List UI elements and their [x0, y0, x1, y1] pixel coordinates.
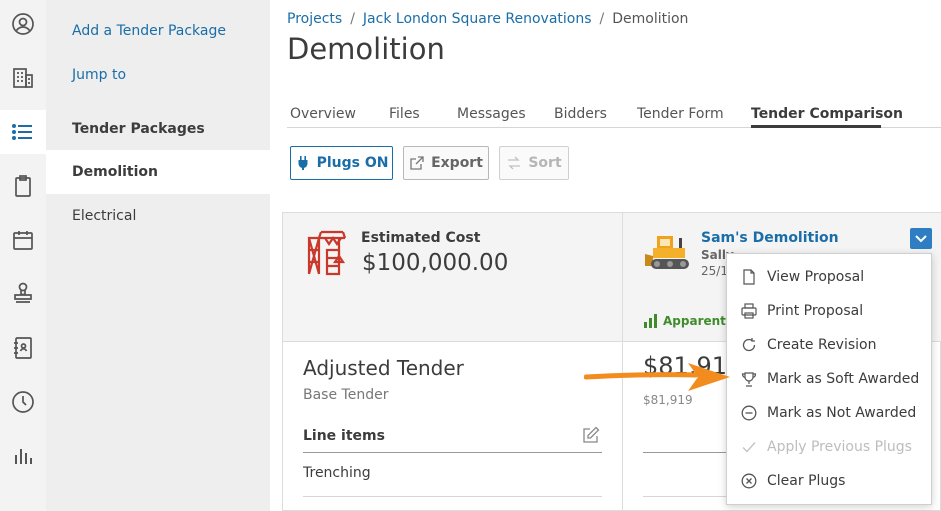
bidder-actions-menu: View Proposal Print Proposal Create Revi…: [726, 253, 932, 505]
menu-item-clear-plugs[interactable]: Clear Plugs: [727, 464, 931, 498]
document-icon: [743, 269, 755, 285]
chevron-down-icon: [915, 234, 927, 242]
clock-icon[interactable]: [0, 382, 46, 422]
breadcrumb: Projects / Jack London Square Renovations /…: [287, 11, 688, 27]
breadcrumb-separator: /: [350, 11, 355, 27]
bidder-date: 25/1: [701, 264, 728, 278]
page-title: Demolition: [287, 32, 445, 66]
export-icon: [410, 156, 424, 170]
tab-files[interactable]: Files: [389, 106, 420, 122]
line-item-divider: [303, 496, 602, 497]
sort-icon: [508, 156, 521, 170]
estimated-cost-value: $100,000.00: [362, 250, 509, 276]
stamp-icon[interactable]: [0, 273, 46, 313]
annotation-arrow: [584, 363, 730, 391]
crane-icon: [307, 230, 347, 276]
tender-packages-nav: Add a Tender Package Jump to Tender Pack…: [46, 0, 270, 511]
refresh-icon: [742, 338, 756, 352]
tab-tender-form[interactable]: Tender Form: [637, 106, 724, 122]
menu-item-mark-soft-awarded[interactable]: Mark as Soft Awarded: [727, 362, 931, 396]
menu-item-create-revision[interactable]: Create Revision: [727, 328, 931, 362]
menu-item-print-proposal[interactable]: Print Proposal: [727, 294, 931, 328]
bidder-menu-toggle[interactable]: [910, 228, 932, 249]
jump-to-link[interactable]: Jump to: [72, 67, 126, 83]
plug-icon: [298, 156, 308, 170]
menu-item-view-proposal[interactable]: View Proposal: [727, 260, 931, 294]
tender-packages-heading: Tender Packages: [72, 121, 205, 137]
tab-messages[interactable]: Messages: [457, 106, 526, 122]
line-items-label: Line items: [303, 428, 385, 444]
bidder-name-link[interactable]: Sam's Demolition: [701, 230, 839, 246]
menu-item-label: View Proposal: [767, 269, 865, 285]
signal-bars-icon: [644, 314, 657, 328]
bid-divider: [643, 452, 733, 453]
printer-icon: [741, 303, 757, 319]
add-tender-package-link[interactable]: Add a Tender Package: [72, 23, 226, 39]
address-book-icon[interactable]: [0, 328, 46, 368]
tab-tender-comparison[interactable]: Tender Comparison: [751, 106, 903, 122]
breadcrumb-current: Demolition: [612, 11, 689, 27]
menu-item-label: Mark as Soft Awarded: [767, 371, 920, 387]
calendar-icon[interactable]: [0, 220, 46, 260]
breadcrumb-separator: /: [599, 11, 605, 27]
menu-item-label: Create Revision: [767, 337, 877, 353]
breadcrumb-project[interactable]: Jack London Square Renovations: [363, 11, 592, 27]
base-tender-label: Base Tender: [303, 387, 389, 403]
building-icon[interactable]: [0, 58, 46, 98]
bid-amount-secondary: $81,919: [643, 393, 693, 407]
menu-item-label: Clear Plugs: [767, 473, 846, 489]
breadcrumb-projects[interactable]: Projects: [287, 11, 342, 27]
active-tab-indicator: [751, 125, 881, 128]
line-items-divider: [303, 452, 602, 453]
estimated-cost-label: Estimated Cost: [361, 230, 481, 246]
plugs-label: Plugs ON: [316, 155, 389, 171]
package-item-demolition[interactable]: Demolition: [46, 150, 270, 194]
menu-item-apply-previous-plugs[interactable]: Apply Previous Plugs: [727, 430, 931, 464]
sort-button[interactable]: Sort: [499, 146, 569, 180]
bulldozer-icon: [645, 236, 689, 269]
export-button[interactable]: Export: [403, 146, 489, 180]
check-icon: [742, 442, 756, 453]
menu-item-mark-not-awarded[interactable]: Mark as Not Awarded: [727, 396, 931, 430]
trophy-icon: [741, 372, 757, 387]
tab-bidders[interactable]: Bidders: [554, 106, 607, 122]
bid-divider: [643, 496, 733, 497]
edit-icon[interactable]: [582, 426, 600, 444]
sort-label: Sort: [528, 155, 562, 171]
user-circle-icon[interactable]: [0, 4, 46, 44]
line-item-row: Trenching: [303, 465, 371, 481]
icon-rail: [0, 0, 46, 511]
menu-item-label: Print Proposal: [767, 303, 864, 319]
plugs-toggle-button[interactable]: Plugs ON: [290, 146, 393, 180]
package-item-electrical[interactable]: Electrical: [46, 194, 270, 238]
adjusted-tender-title: Adjusted Tender: [303, 356, 464, 380]
menu-item-label: Apply Previous Plugs: [767, 439, 912, 455]
minus-circle-icon: [741, 405, 757, 421]
bar-chart-icon[interactable]: [0, 436, 46, 476]
export-label: Export: [431, 155, 483, 171]
clipboard-icon[interactable]: [0, 166, 46, 206]
list-icon[interactable]: [0, 110, 46, 154]
tab-overview[interactable]: Overview: [290, 106, 356, 122]
menu-item-label: Mark as Not Awarded: [767, 405, 917, 421]
x-circle-icon: [741, 473, 757, 489]
